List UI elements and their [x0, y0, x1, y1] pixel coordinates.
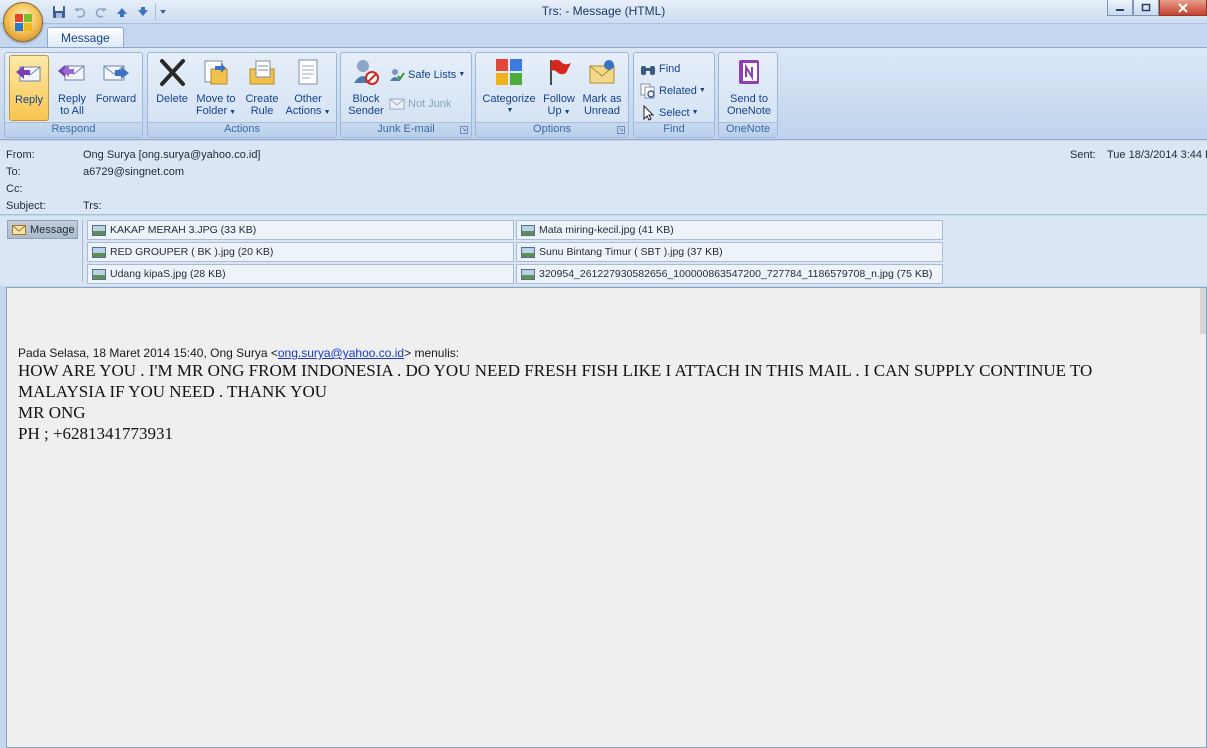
safe-lists-button[interactable]: Safe Lists ▼	[389, 65, 465, 84]
subject-label: Subject:	[6, 200, 46, 212]
safe-lists-icon	[389, 67, 405, 83]
ribbon: Reply Reply to All Forward Respond Delet…	[0, 47, 1207, 140]
image-file-icon	[92, 224, 106, 236]
attachment-divider	[82, 220, 83, 282]
reply-all-icon	[55, 55, 89, 89]
follow-up-button[interactable]: Follow Up ▼	[540, 55, 578, 121]
sent-label: Sent:	[1070, 149, 1096, 161]
office-logo-icon	[15, 14, 33, 32]
attachment-item[interactable]: KAKAP MERAH 3.JPG (33 KB)	[87, 220, 514, 240]
block-sender-button[interactable]: Block Sender	[345, 55, 387, 121]
forward-icon	[99, 55, 133, 89]
flag-icon	[542, 55, 576, 89]
message-signature: MR ONG	[18, 403, 86, 422]
onenote-group: Send to OneNote OneNote	[718, 52, 778, 138]
title-bar: Trs: - Message (HTML)	[0, 0, 1207, 24]
options-group: Categorize ▼ Follow Up ▼ Mark as Unread O…	[475, 52, 629, 138]
sender-email-link[interactable]: ong.surya@yahoo.co.id	[278, 346, 404, 360]
options-dialog-launcher[interactable]: ↘	[617, 126, 625, 134]
message-body[interactable]: Pada Selasa, 18 Maret 2014 15:40, Ong Su…	[6, 287, 1207, 748]
create-rule-button[interactable]: Create Rule	[242, 55, 282, 121]
categorize-button[interactable]: Categorize ▼	[480, 55, 538, 121]
mark-unread-icon	[585, 55, 619, 89]
create-rule-icon	[245, 55, 279, 89]
mark-as-unread-button[interactable]: Mark as Unread	[580, 55, 624, 121]
close-button[interactable]	[1159, 0, 1207, 16]
not-junk-icon	[389, 96, 405, 112]
junk-email-group: Block Sender Safe Lists ▼ Not Junk Junk E…	[340, 52, 472, 138]
scrollbar[interactable]	[1200, 288, 1206, 334]
message-phone: PH ; +6281341773931	[18, 424, 174, 443]
onenote-group-label: OneNote	[719, 122, 777, 137]
from-value[interactable]: Ong Surya [ong.surya@yahoo.co.id]	[83, 149, 261, 161]
categorize-icon	[492, 55, 526, 89]
delete-icon	[155, 55, 189, 89]
cursor-icon	[640, 104, 656, 121]
respond-group-label: Respond	[5, 122, 142, 137]
move-to-folder-button[interactable]: Move to Folder ▼	[194, 55, 238, 121]
image-file-icon	[92, 268, 106, 280]
block-sender-icon	[349, 55, 383, 89]
attachment-item[interactable]: RED GROUPER ( BK ).jpg (20 KB)	[87, 242, 514, 262]
attachment-item[interactable]: Mata miring-kecil.jpg (41 KB)	[516, 220, 943, 240]
other-actions-icon	[291, 55, 325, 89]
sent-value: Tue 18/3/2014 3:44 P	[1107, 149, 1207, 161]
to-label: To:	[6, 166, 21, 178]
move-to-folder-icon	[199, 55, 233, 89]
actions-group: Delete Move to Folder ▼ Create Rule Other…	[147, 52, 337, 138]
office-button[interactable]	[3, 2, 43, 42]
select-button[interactable]: Select ▼	[640, 103, 699, 122]
maximize-button[interactable]	[1133, 0, 1159, 16]
cc-label: Cc:	[6, 183, 23, 195]
envelope-icon	[12, 224, 26, 235]
options-group-label: Options	[476, 122, 628, 137]
delete-button[interactable]: Delete	[152, 55, 192, 121]
junk-email-group-label: Junk E-mail	[341, 122, 471, 137]
to-value[interactable]: a6729@singnet.com	[83, 166, 184, 178]
attachment-item[interactable]: 320954_261227930582656_100000863547200_7…	[516, 264, 943, 284]
image-file-icon	[521, 268, 535, 280]
window-controls	[1107, 0, 1207, 16]
tab-message[interactable]: Message	[47, 27, 124, 48]
binoculars-icon	[640, 61, 656, 77]
other-actions-button[interactable]: Other Actions ▼	[284, 55, 332, 121]
forward-button[interactable]: Forward	[93, 55, 139, 121]
message-header: From: Ong Surya [ong.surya@yahoo.co.id] …	[0, 141, 1207, 215]
respond-group: Reply Reply to All Forward Respond	[4, 52, 143, 138]
message-attachment-tab[interactable]: Message	[7, 220, 78, 239]
subject-value: Trs:	[83, 200, 102, 212]
reply-icon	[12, 56, 46, 90]
attachment-item[interactable]: Udang kipaS.jpg (28 KB)	[87, 264, 514, 284]
find-group: Find Related ▼ Select ▼ Find	[633, 52, 715, 138]
message-line: HOW ARE YOU . I'M MR ONG FROM INDONESIA …	[18, 361, 1093, 401]
ribbon-tab-row: Message	[0, 24, 1207, 48]
not-junk-button[interactable]: Not Junk	[389, 94, 451, 113]
attachment-bar: Message KAKAP MERAH 3.JPG (33 KB) Mata m…	[0, 216, 1207, 286]
attachment-item[interactable]: Sunu Bintang Timur ( SBT ).jpg (37 KB)	[516, 242, 943, 262]
related-icon	[640, 83, 656, 99]
minimize-button[interactable]	[1107, 0, 1133, 16]
junk-email-dialog-launcher[interactable]: ↘	[460, 126, 468, 134]
actions-group-label: Actions	[148, 122, 336, 137]
reply-button[interactable]: Reply	[9, 55, 49, 121]
related-button[interactable]: Related ▼	[640, 81, 706, 100]
window-title: Trs: - Message (HTML)	[541, 4, 666, 18]
message-text: HOW ARE YOU . I'M MR ONG FROM INDONESIA …	[18, 360, 1168, 444]
send-to-onenote-button[interactable]: Send to OneNote	[723, 55, 775, 121]
find-group-label: Find	[634, 122, 714, 137]
image-file-icon	[521, 224, 535, 236]
reply-all-button[interactable]: Reply to All	[53, 55, 91, 121]
image-file-icon	[521, 246, 535, 258]
from-label: From:	[6, 149, 35, 161]
quoted-intro: Pada Selasa, 18 Maret 2014 15:40, Ong Su…	[18, 346, 460, 360]
image-file-icon	[92, 246, 106, 258]
find-button[interactable]: Find	[640, 59, 680, 78]
onenote-icon	[732, 55, 766, 89]
